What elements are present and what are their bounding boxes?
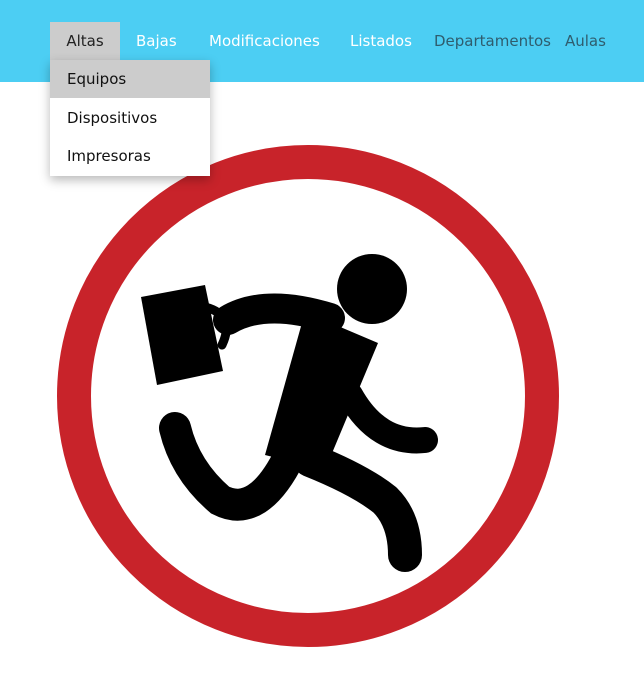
dropdown-item-equipos[interactable]: Equipos bbox=[50, 60, 210, 98]
running-man-figure bbox=[141, 254, 438, 572]
dropdown-item-impresoras[interactable]: Impresoras bbox=[50, 137, 210, 175]
altas-dropdown-menu: Equipos Dispositivos Impresoras bbox=[50, 60, 210, 176]
dropdown-item-dispositivos[interactable]: Dispositivos bbox=[50, 99, 210, 137]
